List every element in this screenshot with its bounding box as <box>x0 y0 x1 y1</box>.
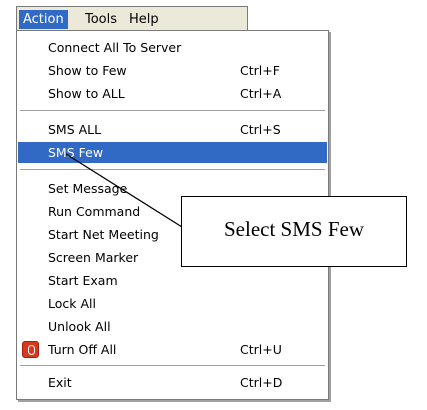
callout-text: Select SMS Few <box>223 217 364 241</box>
callout-box: Select SMS Few <box>181 196 407 267</box>
